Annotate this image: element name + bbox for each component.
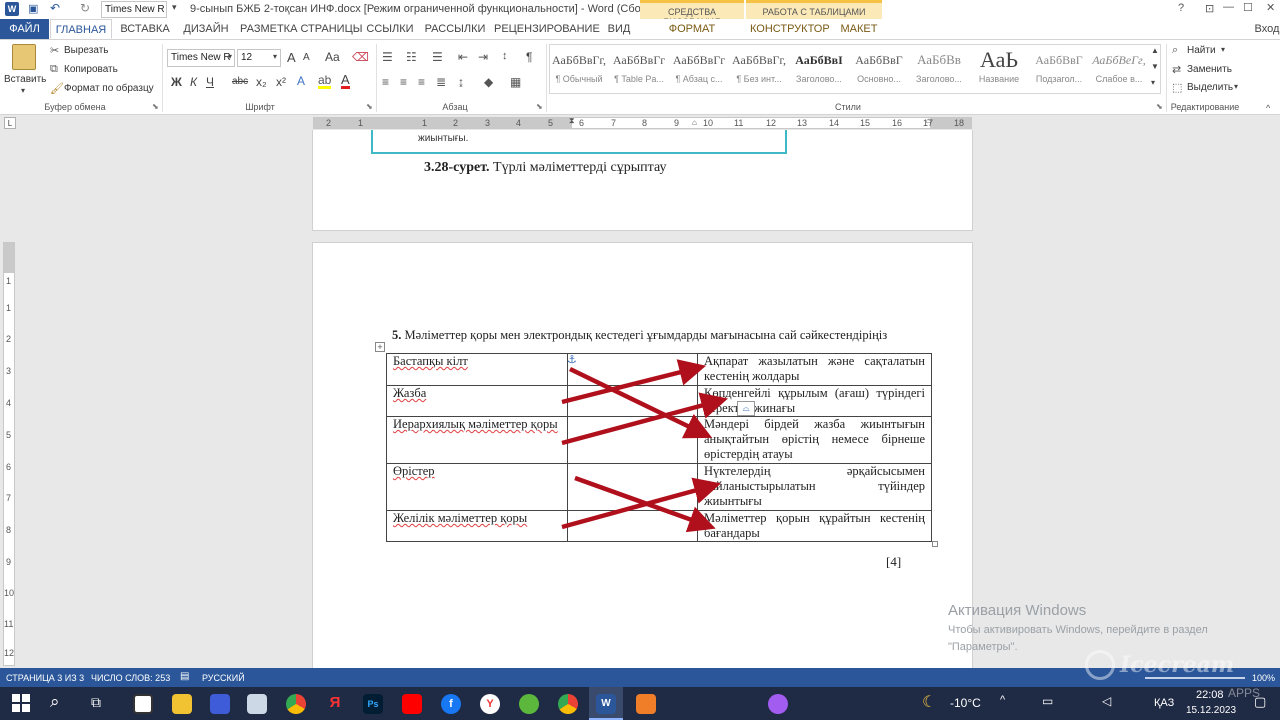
chrome-alt-icon[interactable] — [558, 694, 578, 714]
app-icon[interactable] — [133, 694, 153, 714]
save-app-icon[interactable] — [210, 694, 230, 714]
start-windows-icon[interactable] — [12, 694, 30, 712]
youtube-icon[interactable] — [402, 694, 422, 714]
tray-language[interactable]: ҚАЗ — [1154, 697, 1174, 709]
recorder-icon[interactable] — [636, 694, 656, 714]
task-view-icon[interactable]: ⧉ — [91, 694, 101, 711]
facebook-icon[interactable]: f — [441, 694, 461, 714]
matching-arrows — [561, 359, 729, 533]
chrome-icon[interactable] — [286, 694, 306, 714]
arrow-line[interactable] — [561, 477, 722, 530]
activation-line1: Чтобы активировать Windows, перейдите в … — [948, 624, 1208, 636]
tray-network-icon[interactable]: ▭ — [1042, 694, 1053, 708]
notepad-icon[interactable] — [247, 694, 267, 714]
recorder-watermark-logo — [1085, 650, 1115, 680]
weather-icon[interactable]: ☾ — [922, 692, 936, 712]
proofing-icon[interactable]: ▤ — [180, 671, 189, 682]
status-language[interactable]: РУССКИЙ — [202, 673, 245, 683]
clock-time[interactable]: 22:08 — [1196, 689, 1224, 701]
layout-options-icon[interactable]: ⌓ — [737, 401, 755, 416]
activation-line2: "Параметры". — [948, 641, 1018, 653]
yandex-icon[interactable]: Я — [325, 694, 345, 714]
table-resize-handle[interactable] — [932, 541, 938, 547]
word-taskbar-icon[interactable]: W — [596, 694, 616, 714]
search-icon[interactable]: ⌕ — [50, 692, 60, 712]
recorder-watermark-brand: Icecream — [1120, 652, 1235, 678]
clock-date[interactable]: 15.12.2023 — [1186, 705, 1236, 716]
activation-title: Активация Windows — [948, 602, 1087, 619]
torrent-icon[interactable] — [519, 694, 539, 714]
tray-volume-icon[interactable]: ◁ — [1102, 694, 1111, 708]
anchor-icon[interactable]: ⚓ — [567, 353, 577, 366]
weather-temp[interactable]: -10°C — [950, 696, 981, 710]
photoshop-icon[interactable]: Ps — [363, 694, 383, 714]
arrow-line[interactable] — [561, 392, 729, 446]
folder-icon[interactable] — [172, 694, 192, 714]
zoom-level[interactable]: 100% — [1252, 673, 1275, 683]
status-words[interactable]: ЧИСЛО СЛОВ: 253 — [91, 673, 170, 683]
score-label: [4] — [886, 554, 902, 569]
recorder-watermark-apps: APPS — [1228, 686, 1261, 700]
yandex-browser-icon[interactable]: Y — [480, 694, 500, 714]
status-page[interactable]: СТРАНИЦА 3 ИЗ 3 — [6, 673, 84, 683]
tray-chevron-icon[interactable]: ^ — [1000, 694, 1005, 706]
assistant-icon[interactable] — [768, 694, 788, 714]
